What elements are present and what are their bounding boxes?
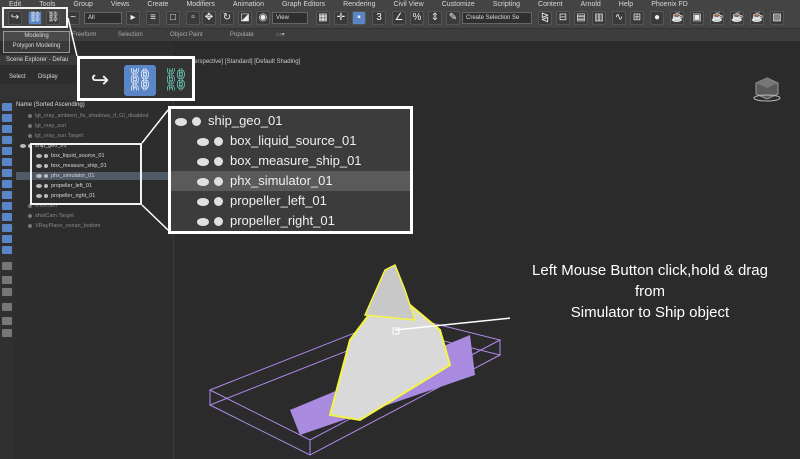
callout-connectors: [67, 17, 169, 231]
